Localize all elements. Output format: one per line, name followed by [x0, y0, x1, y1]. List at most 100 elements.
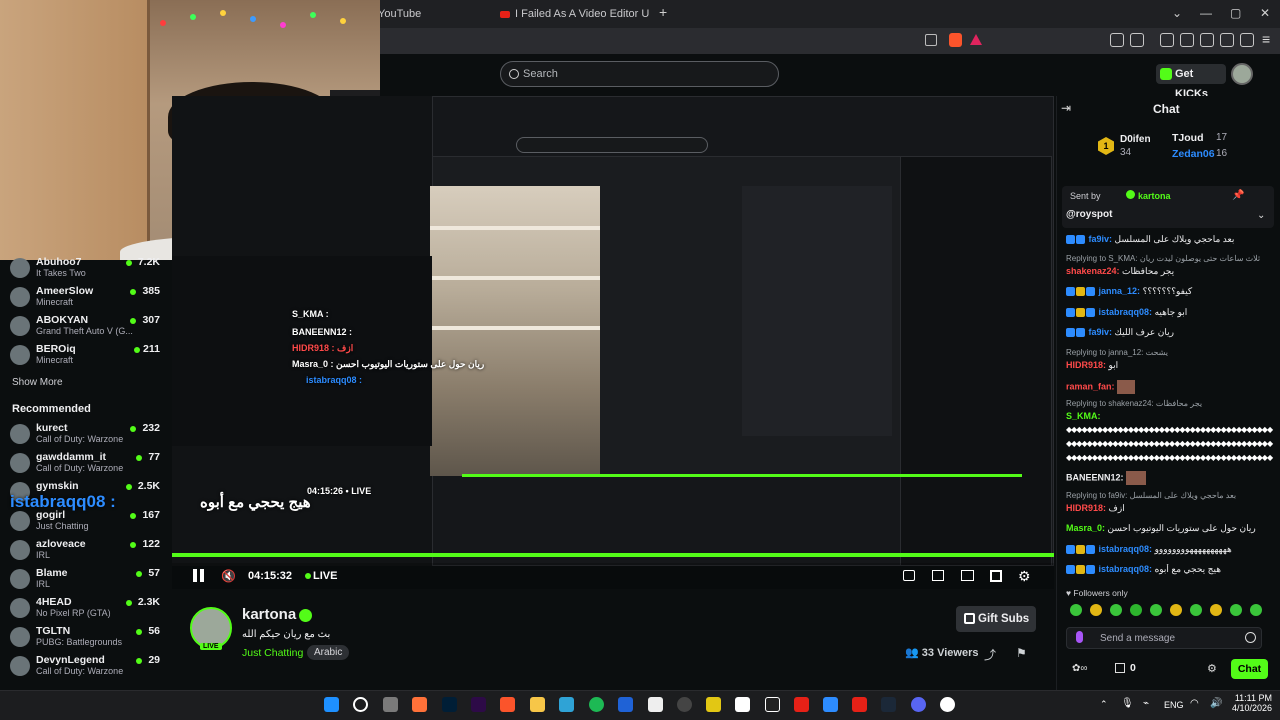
- minimize-button[interactable]: —: [1200, 6, 1212, 20]
- vpn-icon[interactable]: [1240, 33, 1254, 47]
- maximize-button[interactable]: ▢: [1230, 6, 1241, 20]
- system-clock[interactable]: 11:11 PM 4/10/2026: [1232, 693, 1272, 713]
- volume-icon[interactable]: 🔊: [1210, 698, 1222, 709]
- file-explorer-icon[interactable]: [530, 697, 545, 712]
- emote-icon[interactable]: [1130, 604, 1142, 616]
- language-indicator[interactable]: ENG: [1164, 700, 1184, 710]
- sidebar-item[interactable]: azloveace IRL 122: [10, 538, 160, 564]
- channel-name[interactable]: kartona: [242, 606, 296, 623]
- sidebar-item[interactable]: kurect Call of Duty: Warzone 232: [10, 422, 160, 448]
- wifi-icon[interactable]: ◠: [1190, 698, 1199, 709]
- network-icon[interactable]: ⌁: [1143, 698, 1149, 709]
- mute-icon[interactable]: 🔇: [221, 569, 236, 583]
- app-icon[interactable]: [735, 697, 750, 712]
- search-input[interactable]: Search: [500, 61, 779, 87]
- app-icon[interactable]: [794, 697, 809, 712]
- app-icon[interactable]: [823, 697, 838, 712]
- premiere-icon[interactable]: [471, 697, 486, 712]
- cast-icon[interactable]: [961, 570, 974, 581]
- tab-video[interactable]: I Failed As A Video Editor Until I Und: [500, 4, 650, 24]
- collapse-chat-icon[interactable]: ⇥: [1061, 101, 1071, 115]
- mic-icon[interactable]: 🎙: [1121, 698, 1134, 709]
- sidebar-icon[interactable]: [1180, 33, 1194, 47]
- leaderboard-user[interactable]: TJoud: [1172, 132, 1204, 144]
- obs-icon[interactable]: [677, 697, 692, 712]
- video-progress-bar[interactable]: [172, 553, 1054, 557]
- app-icon[interactable]: [706, 697, 721, 712]
- gift-subs-button[interactable]: Gift Subs: [956, 606, 1036, 632]
- notion-icon[interactable]: [648, 697, 663, 712]
- app-icon[interactable]: [940, 697, 955, 712]
- menu-icon[interactable]: ≡: [1262, 31, 1270, 47]
- chevron-down-icon[interactable]: ⌄: [1257, 210, 1265, 221]
- discord-icon[interactable]: [911, 697, 926, 712]
- emote-icon[interactable]: [1110, 604, 1122, 616]
- pin-icon[interactable]: 📌: [1232, 190, 1244, 201]
- sidebar-item[interactable]: gawddamm_it Call of Duty: Warzone 77: [10, 451, 160, 477]
- app-icon[interactable]: [618, 697, 633, 712]
- share-icon[interactable]: ⤴: [984, 646, 996, 663]
- pause-icon[interactable]: [193, 569, 197, 582]
- report-icon[interactable]: ⚑: [1016, 646, 1027, 660]
- search-icon[interactable]: [353, 697, 368, 712]
- emote-icon[interactable]: [1210, 604, 1222, 616]
- fullscreen-icon[interactable]: [990, 570, 1002, 582]
- steam-icon[interactable]: [881, 697, 896, 712]
- sidebar-item[interactable]: ABOKYAN Grand Theft Auto V (G... 307: [10, 314, 160, 340]
- chest-icon[interactable]: [1115, 663, 1125, 673]
- theater-icon[interactable]: [932, 570, 944, 581]
- emote-icon[interactable]: [1090, 604, 1102, 616]
- emote-icon[interactable]: [1170, 604, 1182, 616]
- app-icon[interactable]: [559, 697, 574, 712]
- community-icon[interactable]: ✿∞: [1072, 663, 1088, 674]
- new-tab-button[interactable]: +: [659, 4, 667, 20]
- tray-chevron-icon[interactable]: ⌃: [1100, 699, 1108, 710]
- firefox-icon[interactable]: [412, 697, 427, 712]
- photoshop-icon[interactable]: [442, 697, 457, 712]
- sidebar-item[interactable]: Blame IRL 57: [10, 567, 160, 593]
- sidebar-item[interactable]: gogirl Just Chatting 167: [10, 509, 160, 535]
- sidebar-item[interactable]: TGLTN PUBG: Battlegrounds 56: [10, 625, 160, 651]
- extension-icon[interactable]: [1130, 33, 1144, 47]
- emote-icon[interactable]: [1230, 604, 1242, 616]
- sidebar-item[interactable]: 4HEAD No Pixel RP (GTA) 2.3K: [10, 596, 160, 622]
- chatgpt-icon[interactable]: [383, 697, 398, 712]
- settings-icon[interactable]: ⚙: [1207, 662, 1217, 675]
- sidebar-item[interactable]: BEROiq Minecraft 211: [10, 343, 160, 369]
- pip-icon[interactable]: [903, 570, 915, 581]
- show-more-link[interactable]: Show More: [12, 377, 63, 388]
- extension-icon[interactable]: [1110, 33, 1124, 47]
- settings-icon[interactable]: ⚙: [1018, 568, 1031, 585]
- leo-icon[interactable]: [1220, 33, 1234, 47]
- emote-icon[interactable]: [1250, 604, 1262, 616]
- brave-icon[interactable]: [500, 697, 515, 712]
- get-kicks-button[interactable]: Get KICKs: [1156, 64, 1226, 100]
- leaderboard-user[interactable]: Zedan06: [1172, 148, 1215, 160]
- chat-input[interactable]: Send a message: [1066, 627, 1262, 649]
- close-button[interactable]: ✕: [1260, 6, 1270, 20]
- pinned-message[interactable]: Sent by kartona @royspot 📌 ⌄: [1062, 186, 1274, 228]
- user-avatar[interactable]: [1231, 63, 1253, 85]
- language-tag[interactable]: Arabic: [307, 645, 350, 660]
- tab-youtube[interactable]: YouTube: [378, 4, 488, 24]
- sidebar-item[interactable]: Abuhoo7 It Takes Two 7.2K: [10, 256, 160, 282]
- share-icon[interactable]: [925, 34, 937, 46]
- media-icon[interactable]: [1160, 33, 1174, 47]
- sidebar-item[interactable]: AmeerSlow Minecraft 385: [10, 285, 160, 311]
- wallet-icon[interactable]: [1200, 33, 1214, 47]
- emote-icon[interactable]: [1070, 604, 1082, 616]
- app-icon[interactable]: [852, 697, 867, 712]
- windows-start-icon[interactable]: [324, 697, 339, 712]
- spotify-icon[interactable]: [589, 697, 604, 712]
- brave-shield-icon[interactable]: [949, 33, 962, 47]
- emote-icon[interactable]: [1150, 604, 1162, 616]
- leaderboard-user[interactable]: D0ifen: [1120, 134, 1151, 145]
- capcut-icon[interactable]: [765, 697, 780, 712]
- sidebar-item[interactable]: DevynLegend Call of Duty: Warzone 29: [10, 654, 160, 680]
- stream-category[interactable]: Just Chatting: [242, 647, 303, 659]
- tab-list-icon[interactable]: ⌄: [1172, 6, 1182, 20]
- emoji-icon[interactable]: [1245, 632, 1256, 643]
- brave-rewards-icon[interactable]: [970, 34, 982, 45]
- emote-icon[interactable]: [1190, 604, 1202, 616]
- chat-send-button[interactable]: Chat: [1231, 659, 1268, 679]
